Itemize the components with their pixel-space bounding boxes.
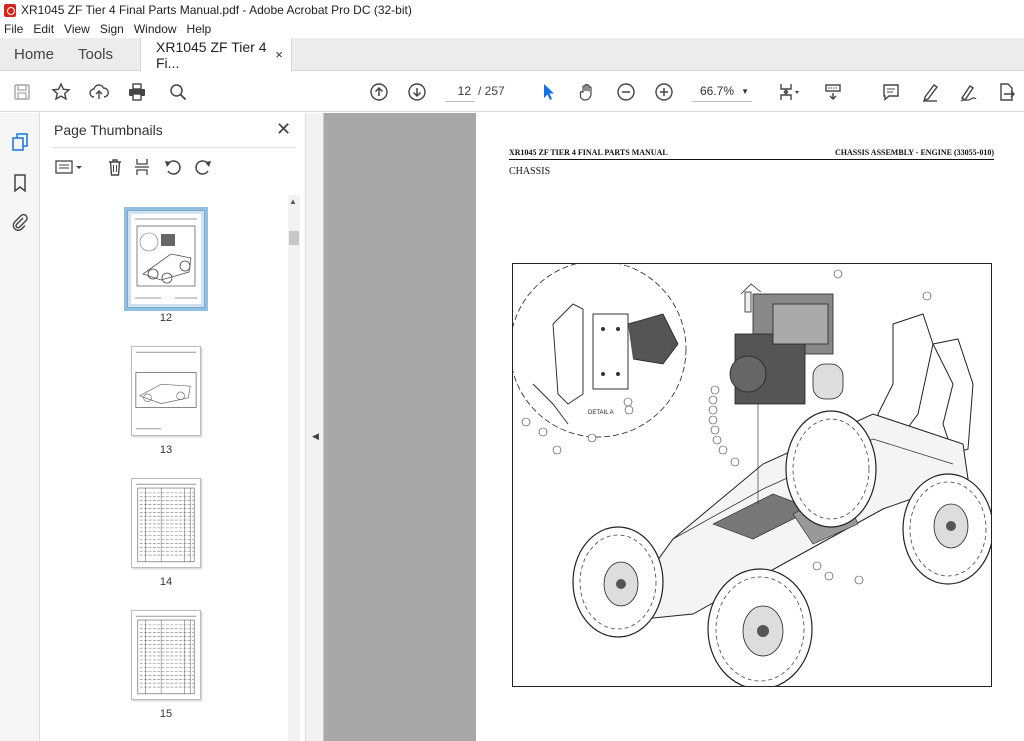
thumbnail-page-12[interactable]	[124, 207, 208, 311]
panel-divider	[52, 147, 296, 148]
menu-sign[interactable]: Sign	[100, 22, 124, 36]
delete-trash-icon[interactable]	[104, 156, 126, 178]
document-viewer[interactable]: XR1045 ZF TIER 4 FINAL PARTS MANUAL CHAS…	[324, 113, 1024, 741]
share-export-icon[interactable]	[994, 80, 1018, 104]
tab-close-icon[interactable]: ×	[275, 47, 283, 62]
scrollbar-thumb[interactable]	[289, 231, 299, 245]
scroll-up-icon[interactable]: ▲	[289, 197, 297, 206]
zoom-out-icon[interactable]	[614, 80, 638, 104]
save-icon[interactable]	[10, 80, 34, 104]
pdf-page: XR1045 ZF TIER 4 FINAL PARTS MANUAL CHAS…	[476, 113, 1024, 741]
thumbnail-page-14[interactable]	[131, 478, 201, 568]
page-fit-icon[interactable]	[775, 80, 805, 104]
page-count: / 257	[478, 84, 505, 98]
sign-pen-icon[interactable]	[956, 80, 980, 104]
tab-home[interactable]: Home	[14, 38, 54, 71]
zoom-level-dropdown[interactable]: 66.7% ▼	[692, 81, 752, 102]
thumbnail-label-15: 15	[159, 708, 173, 720]
toolbar: 12 / 257 66.7% ▼	[0, 72, 1024, 112]
rotate-counterclockwise-icon[interactable]	[162, 156, 184, 178]
thumbnail-label-12: 12	[159, 312, 173, 324]
window-title: XR1045 ZF Tier 4 Final Parts Manual.pdf …	[21, 3, 412, 17]
thumbnails-scrollbar[interactable]: ▲	[288, 195, 300, 741]
thumbnail-page-13[interactable]	[131, 346, 201, 436]
chevron-down-icon: ▼	[741, 87, 749, 96]
thumbnail-preview	[131, 214, 201, 304]
bookmarks-icon[interactable]	[9, 172, 31, 194]
zoom-level-value: 66.7%	[700, 84, 735, 98]
thumbnail-options-icon[interactable]	[52, 156, 86, 178]
cloud-upload-icon[interactable]	[87, 80, 111, 104]
thumbnail-page-15[interactable]	[131, 610, 201, 700]
panel-toolbar	[52, 153, 294, 183]
zoom-search-icon[interactable]	[166, 80, 190, 104]
next-page-icon[interactable]	[405, 80, 429, 104]
menu-bar: File Edit View Sign Window Help	[0, 20, 1024, 38]
bookmark-star-icon[interactable]	[49, 80, 73, 104]
menu-help[interactable]: Help	[187, 22, 212, 36]
panel-collapse-handle[interactable]: ◀	[306, 113, 324, 741]
previous-page-icon[interactable]	[367, 80, 391, 104]
left-rail	[0, 113, 40, 741]
rotate-clockwise-icon[interactable]	[192, 156, 214, 178]
menu-view[interactable]: View	[64, 22, 90, 36]
select-cursor-icon[interactable]	[536, 80, 560, 104]
menu-edit[interactable]: Edit	[33, 22, 54, 36]
acrobat-logo-icon	[4, 3, 16, 17]
insert-pages-icon[interactable]	[132, 156, 154, 178]
hand-tool-icon[interactable]	[575, 80, 599, 104]
scroll-mode-icon[interactable]	[821, 80, 845, 104]
thumbnail-label-13: 13	[159, 444, 173, 456]
tab-document-label: XR1045 ZF Tier 4 Fi...	[156, 39, 267, 71]
menu-file[interactable]: File	[4, 22, 23, 36]
print-icon[interactable]	[125, 80, 149, 104]
page-header-right: CHASSIS ASSEMBLY - ENGINE (33055-010)	[835, 148, 994, 157]
tab-bar: Home Tools XR1045 ZF Tier 4 Fi... ×	[0, 38, 1024, 72]
panel-title: Page Thumbnails	[54, 122, 163, 138]
close-icon[interactable]: ✕	[276, 119, 291, 140]
page-header-left: XR1045 ZF TIER 4 FINAL PARTS MANUAL	[509, 148, 668, 157]
highlight-pen-icon[interactable]	[918, 80, 942, 104]
tab-tools[interactable]: Tools	[78, 38, 113, 71]
page-thumbnails-icon[interactable]	[9, 131, 31, 153]
comment-icon[interactable]	[879, 80, 903, 104]
header-rule	[509, 159, 994, 160]
tab-document[interactable]: XR1045 ZF Tier 4 Fi... ×	[140, 38, 292, 72]
thumbnail-label-14: 14	[159, 576, 173, 588]
thumbnail-preview	[135, 615, 197, 695]
page-number-input[interactable]: 12	[445, 81, 475, 102]
attachments-paperclip-icon[interactable]	[9, 212, 31, 234]
thumbnail-preview	[135, 351, 197, 430]
page-thumbnails-panel: Page Thumbnails ✕ 12 13 14 15 ▲	[40, 113, 306, 741]
chevron-left-icon[interactable]: ◀	[312, 431, 319, 442]
menu-window[interactable]: Window	[134, 22, 177, 36]
section-title: CHASSIS	[509, 166, 551, 177]
chassis-engine-diagram: DETAIL A	[512, 263, 992, 687]
title-bar: XR1045 ZF Tier 4 Final Parts Manual.pdf …	[0, 0, 1024, 20]
detail-a-label: DETAIL A	[588, 410, 614, 416]
exploded-view-drawing: DETAIL A	[513, 264, 991, 686]
thumbnail-preview	[135, 483, 197, 563]
zoom-in-icon[interactable]	[652, 80, 676, 104]
